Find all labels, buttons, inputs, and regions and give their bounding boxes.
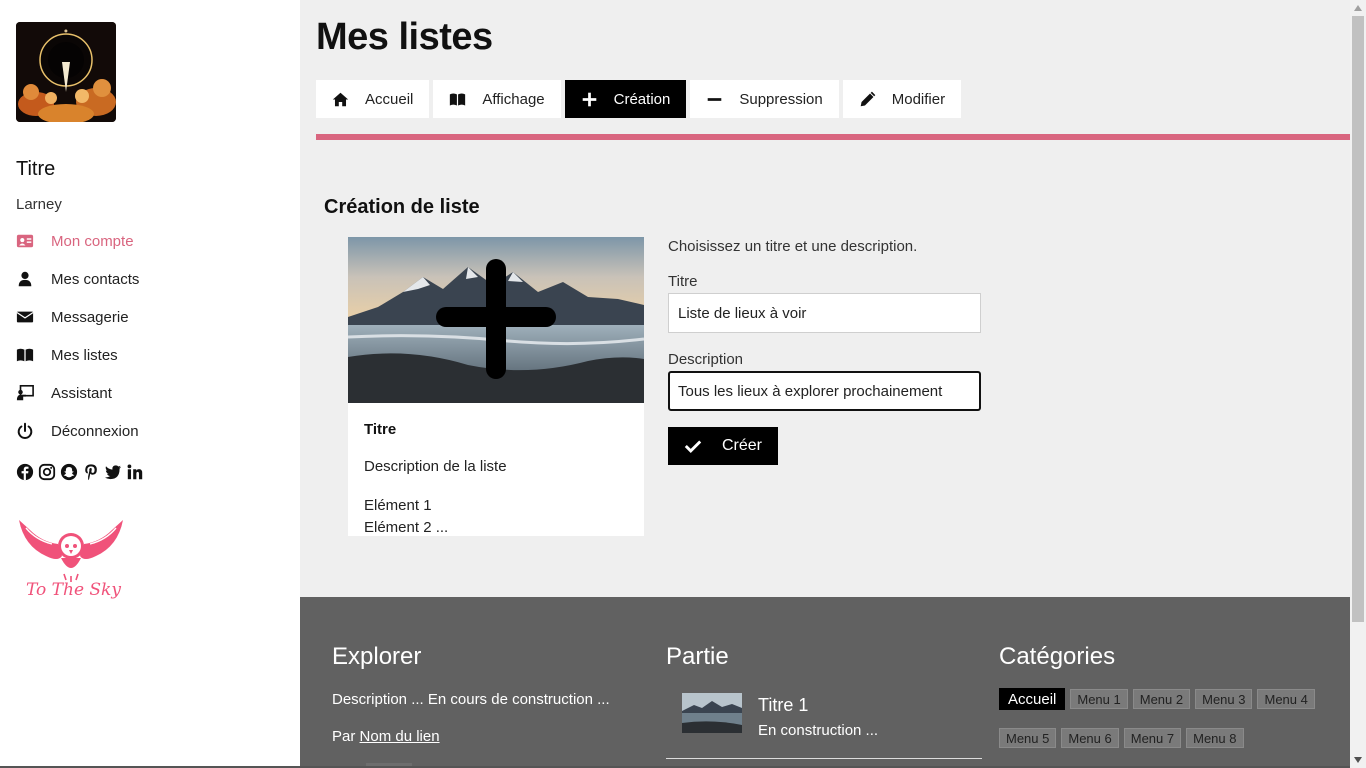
book-icon xyxy=(16,346,51,364)
sidebar-item-label: Mes contacts xyxy=(51,270,140,288)
user-icon xyxy=(16,270,51,288)
card-element: Elément 2 ... xyxy=(364,519,449,536)
footer: Explorer Description ... En cours de con… xyxy=(300,597,1350,768)
footer-author-prefix: Par xyxy=(332,728,356,745)
tab-bar: Accueil Affichage Création Suppression M… xyxy=(316,80,962,118)
facebook-icon[interactable] xyxy=(16,462,34,482)
scroll-up-arrow-icon[interactable] xyxy=(1350,0,1366,16)
footer-description: Description ... En cours de construction… xyxy=(332,691,610,708)
sidebar-item-mes-listes[interactable]: Mes listes xyxy=(16,336,139,374)
post-title[interactable]: Titre 1 xyxy=(758,695,808,716)
tab-suppression[interactable]: Suppression xyxy=(690,80,839,118)
scroll-down-arrow-icon[interactable] xyxy=(1350,752,1366,768)
card-title: Titre xyxy=(364,421,397,438)
album-cover-image[interactable]: ● xyxy=(16,22,116,122)
home-icon xyxy=(332,92,349,106)
username: Larney xyxy=(16,196,62,213)
title-input[interactable] xyxy=(668,293,981,333)
card-description: Description de la liste xyxy=(364,458,507,475)
footer-author-link[interactable]: Nom du lien xyxy=(360,728,440,745)
sidebar-item-label: Mes listes xyxy=(51,346,118,364)
tab-creation[interactable]: Création xyxy=(564,80,687,118)
svg-text:●: ● xyxy=(64,28,68,33)
post-thumbnail[interactable] xyxy=(682,693,742,733)
page-title: Mes listes xyxy=(316,16,493,58)
tab-label: Modifier xyxy=(891,90,946,108)
instagram-icon[interactable] xyxy=(38,462,56,482)
category-tag[interactable]: Accueil xyxy=(999,688,1066,710)
category-tag[interactable]: Menu 5 xyxy=(999,728,1057,748)
create-button-label: Créer xyxy=(722,437,763,454)
sidebar-item-mon-compte[interactable]: Mon compte xyxy=(16,222,139,260)
card-element: Elément 1 xyxy=(364,497,432,514)
tab-label: Création xyxy=(613,90,671,108)
category-tag[interactable]: Menu 3 xyxy=(1195,689,1253,709)
sidebar-menu: Mon compte Mes contacts Messagerie Mes l… xyxy=(16,222,139,450)
footer-divider xyxy=(666,758,982,759)
post-subtitle: En construction ... xyxy=(758,722,879,739)
minus-icon xyxy=(708,97,722,101)
title-label: Titre xyxy=(668,273,698,290)
twitter-icon[interactable] xyxy=(104,462,122,482)
snapchat-icon[interactable] xyxy=(60,462,78,482)
category-tag[interactable]: Menu 8 xyxy=(1186,728,1244,748)
card-image[interactable] xyxy=(348,237,644,403)
social-links xyxy=(16,462,144,482)
plus-icon xyxy=(582,92,596,106)
footer-explorer-title: Explorer xyxy=(332,643,422,670)
check-icon xyxy=(684,440,702,453)
linkedin-icon[interactable] xyxy=(126,462,144,482)
description-label: Description xyxy=(668,351,744,368)
main-content: Mes listes Accueil Affichage Création Su… xyxy=(300,0,1350,597)
sidebar-item-label: Assistant xyxy=(51,384,112,402)
category-tag[interactable]: Menu 6 xyxy=(1061,728,1119,748)
create-button[interactable]: Créer xyxy=(668,427,779,465)
category-tag[interactable]: Menu 4 xyxy=(1257,689,1315,709)
sidebar-item-label: Mon compte xyxy=(51,232,134,250)
pencil-icon xyxy=(860,91,876,106)
sidebar-title: Titre xyxy=(16,158,56,180)
sidebar-item-messagerie[interactable]: Messagerie xyxy=(16,298,139,336)
category-tags: Accueil Menu 1 Menu 2 Menu 3 Menu 4 Menu… xyxy=(999,688,1319,748)
sidebar-item-deconnexion[interactable]: Déconnexion xyxy=(16,412,139,450)
envelope-icon xyxy=(16,308,51,326)
chalkboard-teacher-icon xyxy=(16,384,51,402)
tab-modifier[interactable]: Modifier xyxy=(842,80,962,118)
sidebar-item-label: Messagerie xyxy=(51,308,129,326)
tab-affichage[interactable]: Affichage xyxy=(433,80,561,118)
sidebar-item-assistant[interactable]: Assistant xyxy=(16,374,139,412)
footer-categories-title: Catégories xyxy=(999,643,1116,670)
tab-accueil[interactable]: Accueil xyxy=(316,80,430,118)
tab-label: Accueil xyxy=(365,90,414,108)
category-tag[interactable]: Menu 1 xyxy=(1070,689,1128,709)
section-title: Création de liste xyxy=(324,196,480,218)
scrollbar-thumb[interactable] xyxy=(1352,16,1364,622)
category-tag[interactable]: Menu 2 xyxy=(1132,689,1191,709)
vertical-scrollbar[interactable] xyxy=(1350,0,1366,768)
section-divider xyxy=(316,134,1350,140)
book-icon xyxy=(450,93,466,105)
create-list-form: Choisissez un titre et une description. … xyxy=(668,238,988,465)
category-tag[interactable]: Menu 7 xyxy=(1123,728,1182,748)
sidebar-item-mes-contacts[interactable]: Mes contacts xyxy=(16,260,139,298)
footer-author: Par Nom du lien xyxy=(332,728,440,745)
sidebar: ● Titre Larney Mon compte Mes contacts M… xyxy=(0,0,300,768)
footer-partie-title: Partie xyxy=(666,643,729,670)
logo-text: To The Sky xyxy=(26,580,121,600)
form-help-text: Choisissez un titre et une description. xyxy=(668,238,918,255)
tab-label: Affichage xyxy=(482,90,545,108)
id-card-icon xyxy=(16,232,51,250)
description-input[interactable] xyxy=(668,371,981,411)
sidebar-item-label: Déconnexion xyxy=(51,422,139,440)
pinterest-icon[interactable] xyxy=(82,462,100,482)
tab-label: Suppression xyxy=(739,90,823,108)
list-preview-card: Titre Description de la liste Elément 1 … xyxy=(348,237,644,536)
power-icon xyxy=(16,422,51,440)
